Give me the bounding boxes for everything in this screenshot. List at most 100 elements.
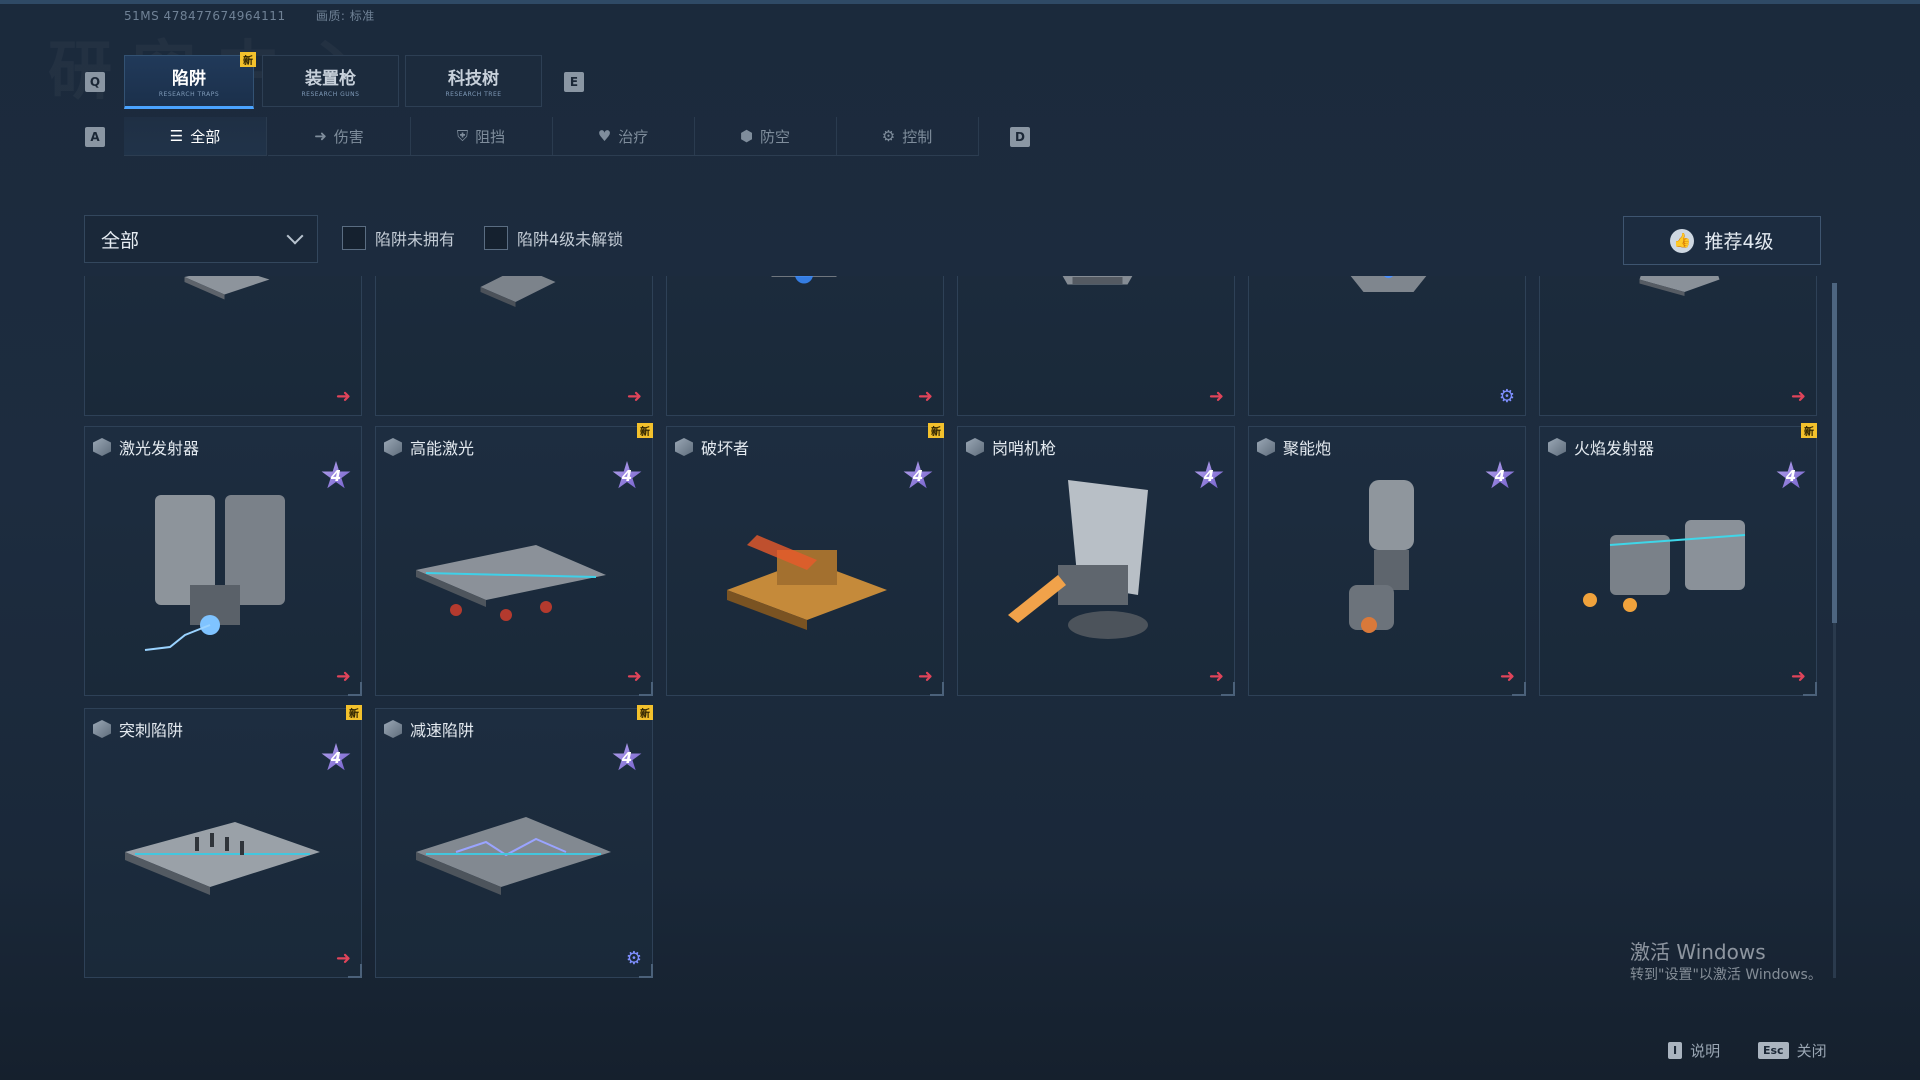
sentry-gun-image (1008, 480, 1148, 639)
key-i: I (1668, 1042, 1683, 1059)
key-hint-q[interactable]: Q (85, 72, 105, 92)
close-hint[interactable]: Esc 关闭 (1758, 1040, 1827, 1061)
trap-card-flamethrower[interactable]: 火焰发射器 新 4 ➜ (1539, 423, 1817, 696)
close-label: 关闭 (1796, 1042, 1827, 1060)
trap-card[interactable]: ⚙ (1248, 276, 1526, 416)
trap-image (1062, 276, 1133, 285)
tab-sublabel: RESEARCH TREE (445, 91, 502, 98)
trap-card[interactable]: ➜ (666, 276, 944, 416)
subtab-label: 防空 (760, 127, 791, 146)
cube-icon (1257, 438, 1275, 456)
trap-card[interactable]: ➜ (957, 276, 1235, 416)
trap-image (480, 276, 556, 307)
trap-card-high-energy-laser[interactable]: 高能激光 新 4 ➜ (375, 423, 653, 696)
cube-icon (93, 438, 111, 456)
subtab-damage[interactable]: ➜ 伤害 (268, 117, 411, 156)
trap-name: 火焰发射器 (1574, 439, 1655, 458)
trap-card-slow-trap[interactable]: 减速陷阱 新 4 ⚙ (375, 705, 653, 978)
new-badge: 新 (637, 423, 653, 438)
subtab-heal[interactable]: ♥ 治疗 (552, 117, 695, 156)
subtab-label: 伤害 (333, 127, 364, 146)
filter-lv4-locked[interactable]: 陷阱4级未解锁 (484, 226, 623, 250)
trap-image (184, 276, 270, 300)
laser-emitter-image (144, 495, 285, 651)
category-dropdown[interactable]: 全部 (84, 215, 318, 263)
key-hint-d[interactable]: D (1010, 127, 1030, 147)
checkbox-label: 陷阱4级未解锁 (517, 230, 624, 249)
trap-name: 突刺陷阱 (119, 721, 184, 740)
windows-activation-title: 激活 Windows (1630, 940, 1766, 964)
trap-grid: ➜ ➜ ➜ ➜ ⚙ ➜ 激光发射器 4 ➜ 高能激光 新 4 ➜ 破坏者 新 4… (84, 276, 1824, 980)
thumbs-up-icon: 👍 (1670, 228, 1695, 253)
windows-activation-sub: 转到"设置"以激活 Windows。 (1630, 967, 1822, 983)
trap-card-spike-trap[interactable]: 突刺陷阱 新 4 ➜ (84, 705, 362, 978)
tab-label: 陷阱 (172, 69, 206, 89)
arrow-right-icon: ➜ (626, 386, 642, 407)
cube-icon (1548, 438, 1566, 456)
arrow-right-icon: ➜ (1790, 386, 1806, 407)
subtab-label: 全部 (190, 127, 221, 146)
subtab-block[interactable]: ⛨ 阻挡 (410, 117, 553, 156)
subtab-label: 治疗 (618, 127, 649, 146)
button-label: 推荐4级 (1704, 231, 1774, 253)
shield-icon: ⛨ (456, 127, 469, 145)
checkbox[interactable] (342, 226, 366, 250)
checkbox-label: 陷阱未拥有 (375, 230, 456, 249)
key-esc: Esc (1758, 1042, 1789, 1059)
filter-not-owned[interactable]: 陷阱未拥有 (342, 226, 455, 250)
subtab-label: 阻挡 (475, 127, 506, 146)
arrow-right-icon: ➜ (335, 386, 351, 407)
trap-image (1350, 276, 1427, 292)
trap-name: 岗哨机枪 (992, 439, 1057, 458)
top-border (0, 0, 1920, 4)
tab-label: 科技树 (448, 69, 499, 89)
trap-image (1639, 276, 1720, 296)
trap-card-destroyer[interactable]: 破坏者 新 4 ➜ (666, 423, 944, 696)
flamethrower-image (1583, 520, 1746, 612)
scrollbar-thumb[interactable] (1832, 283, 1837, 623)
trap-card-laser-emitter[interactable]: 激光发射器 4 ➜ (84, 426, 362, 696)
subtab-antiair[interactable]: ⬢ 防空 (694, 117, 837, 156)
chevron-down-icon (286, 227, 304, 245)
tab-tech-tree[interactable]: 科技树 RESEARCH TREE (405, 55, 542, 107)
trap-card[interactable]: ➜ (375, 276, 653, 416)
checkbox[interactable] (484, 226, 508, 250)
destroyer-image (727, 535, 887, 630)
arrow-right-icon: ➜ (917, 386, 933, 407)
new-badge: 新 (240, 52, 256, 67)
cube-icon (675, 438, 693, 456)
trap-card-sentry-gun[interactable]: 岗哨机枪 4 ➜ (957, 426, 1235, 696)
trap-name: 减速陷阱 (410, 721, 475, 740)
arrow-right-icon: ➜ (314, 127, 327, 145)
trap-card[interactable]: ➜ (84, 276, 362, 416)
antiair-icon: ⬢ (739, 127, 754, 145)
dropdown-value: 全部 (101, 229, 140, 252)
tab-guns[interactable]: 装置枪 RESEARCH GUNS (262, 55, 399, 107)
recommend-lv4-button[interactable]: 👍 推荐4级 (1623, 216, 1821, 265)
gear-icon: ⚙ (881, 127, 896, 145)
tab-label: 装置枪 (305, 69, 356, 89)
key-hint-e[interactable]: E (564, 72, 584, 92)
cube-icon (384, 438, 402, 456)
list-icon: ☰ (169, 127, 184, 145)
new-badge: 新 (1801, 423, 1817, 438)
subtab-control[interactable]: ⚙ 控制 (836, 117, 979, 156)
subtab-all[interactable]: ☰ 全部 (124, 117, 267, 156)
help-label: 说明 (1690, 1042, 1721, 1060)
tab-traps[interactable]: 陷阱 RESEARCH TRAPS (124, 55, 254, 109)
help-hint[interactable]: I 说明 (1668, 1040, 1720, 1061)
new-badge: 新 (346, 705, 362, 720)
trap-card-focus-cannon[interactable]: 聚能炮 4 ➜ (1248, 426, 1526, 696)
cube-icon (93, 720, 111, 738)
arrow-right-icon: ➜ (1208, 386, 1224, 407)
trap-card[interactable]: ➜ (1539, 276, 1817, 416)
focus-cannon-image (1349, 480, 1414, 633)
slow-trap-image (416, 817, 611, 895)
subtab-label: 控制 (902, 127, 933, 146)
heart-icon: ♥ (597, 127, 612, 145)
trap-name: 高能激光 (410, 439, 475, 458)
cube-icon (966, 438, 984, 456)
new-badge: 新 (928, 423, 944, 438)
tab-sublabel: RESEARCH GUNS (301, 91, 360, 98)
key-hint-a[interactable]: A (85, 127, 105, 147)
